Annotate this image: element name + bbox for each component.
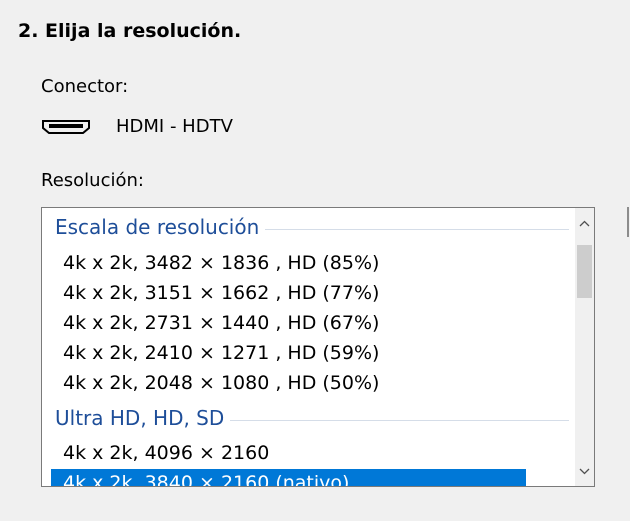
list-item[interactable]: 4k x 2k, 3482 × 1836 , HD (85%) [51,249,526,278]
group-header-native: Ultra HD, HD, SD [55,406,569,430]
connector-row: HDMI - HDTV [41,115,233,137]
list-item[interactable]: 4k x 2k, 3151 × 1662 , HD (77%) [51,279,526,308]
list-item[interactable]: 4k x 2k, 4096 × 2160 [51,439,526,468]
hdmi-connector-icon [42,120,90,134]
connector-value: HDMI - HDTV [116,115,233,137]
group-header-label: Ultra HD, HD, SD [55,406,225,430]
list-item[interactable]: 4k x 2k, 2731 × 1440 , HD (67%) [51,309,526,338]
section-title: 2. Elija la resolución. [18,20,242,42]
connector-label: Conector: [41,76,129,97]
resolution-listbox[interactable]: Escala de resolución 4k x 2k, 3482 × 183… [41,207,595,487]
group-header-label: Escala de resolución [55,215,260,239]
list-item-selected[interactable]: 4k x 2k, 3840 × 2160 (nativo) [51,469,526,486]
resolution-list: Escala de resolución 4k x 2k, 3482 × 183… [42,208,575,486]
group-divider [230,419,569,421]
resolution-label: Resolución: [41,170,144,191]
scroll-thumb[interactable] [577,245,592,298]
adjacent-control-edge [627,207,629,237]
display-settings-panel: 2. Elija la resolución. Conector: HDMI -… [0,0,630,521]
list-item[interactable]: 4k x 2k, 2048 × 1080 , HD (50%) [51,369,526,398]
chevron-up-icon [579,220,590,226]
list-item[interactable]: 4k x 2k, 2410 × 1271 , HD (59%) [51,339,526,368]
group-divider [265,228,569,230]
group-header-scaled: Escala de resolución [55,215,569,239]
scroll-up-button[interactable] [575,208,594,238]
vertical-scrollbar[interactable] [575,208,594,486]
scroll-down-button[interactable] [575,456,594,486]
chevron-down-icon [579,468,590,474]
